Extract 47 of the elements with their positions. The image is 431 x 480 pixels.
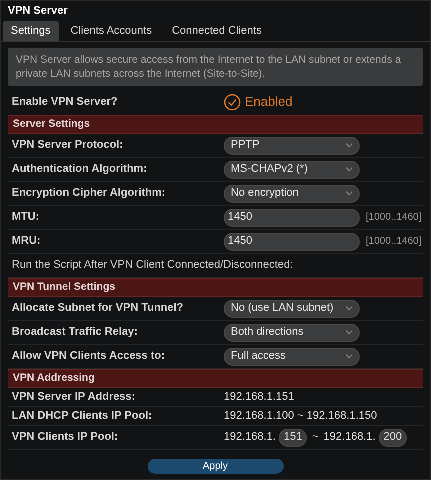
tab[interactable]: Connected Clients [164,21,270,41]
range-hint: [1000..1460] [366,211,422,225]
field-label: Encryption Cipher Algorithm: [11,186,167,202]
field-label: MRU: [11,234,42,250]
caret-icon [346,143,353,148]
section-header: VPN Addressing [8,369,423,388]
field-label: VPN Server Protocol: [11,138,124,154]
range-hint: [1000..1460] [366,235,422,249]
info-message: VPN Server allows secure access from the Internet to the LAN subnet or extends a private LAN subnets across the Internet (Site-to-Site). [8,48,423,86]
caret-icon [346,354,353,359]
field-label: LAN DHCP Clients IP Pool: [11,408,154,424]
field-label: VPN Clients IP Pool: [11,430,120,446]
tab[interactable]: Settings [3,21,59,41]
field-label: Allow VPN Clients Access to: [11,349,166,364]
input-field[interactable]: 1450 [224,232,360,250]
dropdown[interactable]: No encryption [224,184,360,202]
field-label: MTU: [11,210,40,226]
section-header: Server Settings [8,115,423,134]
input-field[interactable]: 151 [279,428,308,446]
apply-button[interactable]: Apply [148,459,284,474]
dropdown[interactable]: Full access [224,348,360,366]
dropdown[interactable]: MS-CHAPv2 (*) [224,160,360,178]
ip-prefix: 192.168.1. [224,430,276,446]
caret-icon [346,167,353,172]
field-label: VPN Server IP Address: [11,390,137,405]
field-label: Allocate Subnet for VPN Tunnel? [11,301,185,316]
input-field[interactable]: 200 [378,428,408,446]
ip-prefix: 192.168.1. [324,430,376,446]
field-label: Broadcast Traffic Relay: [11,325,139,340]
dropdown[interactable]: Both directions [224,324,360,342]
section-header: VPN Tunnel Settings [8,278,423,297]
dropdown[interactable]: PPTP [224,136,360,154]
check-circle-icon [224,94,241,110]
field-label: Enable VPN Server? [11,94,119,110]
tab[interactable]: Clients Accounts [62,21,160,41]
page-title: VPN Server [7,4,69,19]
input-field[interactable]: 1450 [224,208,360,226]
caret-icon [346,306,353,311]
range-separator: ~ [312,430,319,446]
field-value: 192.168.1.151 [224,390,294,405]
note-text: Run the Script After VPN Client Connected/Disconnected: [11,258,294,274]
field-label: Authentication Algorithm: [11,162,148,178]
caret-icon [346,191,353,196]
field-value: 192.168.1.100 ~ 192.168.1.150 [224,408,378,424]
dropdown[interactable]: No (use LAN subnet) [224,300,360,318]
caret-icon [346,330,353,335]
enable-toggle[interactable]: Enabled [224,92,293,112]
